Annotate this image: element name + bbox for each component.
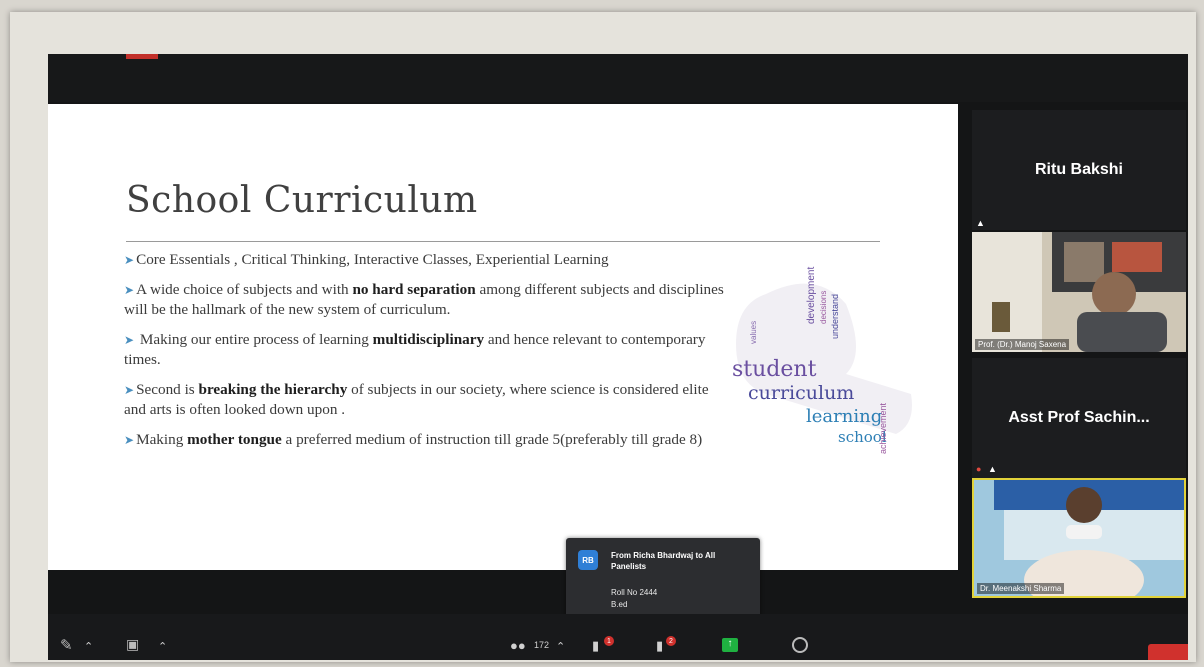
share-screen-icon[interactable]: ↑	[722, 638, 738, 652]
arrow-bullet-icon: ➤	[124, 283, 135, 297]
arrow-bullet-icon: ➤	[124, 333, 135, 347]
shared-slide: School Curriculum ➤ Core Essentials , Cri…	[48, 104, 958, 570]
chat-badge: 1	[604, 636, 614, 646]
meeting-toolbar: ✎ ⌃ ▣ ⌃ ●● 172 ⌃ ▮ 1 ▮ 2 ↑	[48, 614, 1188, 660]
wordcloud-word: curriculum	[748, 382, 854, 404]
participant-panel: Ritu Bakshi ▲ Prof. (Dr.) Manoj Saxena A…	[972, 110, 1188, 650]
avatar: RB	[578, 550, 598, 570]
slide-title: School Curriculum	[126, 180, 478, 221]
video-feed	[972, 232, 1186, 352]
bullet-item: ➤ Second is breaking the hierarchy of sub…	[124, 381, 709, 418]
wordcloud-word: understand	[830, 294, 840, 339]
recording-indicator	[126, 54, 158, 59]
meeting-screen: School Curriculum ➤ Core Essentials , Cri…	[48, 54, 1188, 660]
wordcloud-word: achievement	[878, 402, 888, 454]
qa-icon[interactable]: ▮	[656, 638, 663, 654]
participants-icon[interactable]: ●●	[510, 638, 526, 653]
chat-notification[interactable]: RB From Richa Bhardwaj to All Panelists …	[566, 538, 760, 626]
chevron-up-icon[interactable]: ⌃	[158, 640, 167, 653]
window-frame: School Curriculum ➤ Core Essentials , Cri…	[10, 12, 1196, 662]
wordcloud-word: decisions	[819, 291, 828, 324]
chat-icon[interactable]: ▮	[592, 638, 599, 654]
wordcloud-word: student	[732, 357, 817, 382]
bullet-item: ➤ Making our entire process of learning …	[124, 331, 706, 368]
wordcloud-word: values	[749, 321, 758, 344]
pin-icon: ▲	[988, 464, 997, 474]
arrow-bullet-icon: ➤	[124, 383, 135, 397]
video-feed	[974, 480, 1184, 596]
chevron-up-icon[interactable]: ⌃	[556, 640, 565, 653]
video-off-icon[interactable]: ▣	[126, 636, 139, 653]
wordcloud-word: learning	[806, 406, 882, 427]
title-divider	[126, 241, 880, 242]
chat-sender: From Richa Bhardwaj to All Panelists	[611, 551, 716, 571]
participant-name: Dr. Meenakshi Sharma	[977, 583, 1065, 594]
arrow-bullet-icon: ➤	[124, 433, 135, 447]
muted-mic-icon[interactable]: ✎	[60, 636, 73, 654]
qa-badge: 2	[666, 636, 676, 646]
participant-name: Prof. (Dr.) Manoj Saxena	[975, 339, 1070, 350]
bullet-item: ➤ Core Essentials , Critical Thinking, In…	[124, 251, 609, 268]
bullet-item: ➤ A wide choice of subjects and with no h…	[124, 281, 724, 318]
participant-tile[interactable]: Ritu Bakshi	[972, 110, 1186, 230]
participant-video-tile[interactable]: Prof. (Dr.) Manoj Saxena	[972, 232, 1186, 352]
bullet-item: ➤ Making mother tongue a preferred medium…	[124, 431, 703, 448]
chat-message-line: Roll No 2444	[611, 588, 658, 597]
bullet-list: ➤ Core Essentials , Critical Thinking, In…	[124, 250, 724, 460]
participant-name: Asst Prof Sachin...	[1008, 409, 1150, 426]
participant-name: Ritu Bakshi	[1034, 161, 1123, 178]
active-speaker-tile[interactable]: Dr. Meenakshi Sharma	[972, 478, 1186, 598]
pin-icon: ▲	[976, 218, 985, 228]
muted-mic-icon: ●	[976, 464, 982, 474]
chat-message-line: B.ed	[611, 600, 628, 609]
arrow-bullet-icon: ➤	[124, 253, 135, 267]
leave-button[interactable]	[1148, 644, 1188, 660]
top-bar	[48, 54, 1188, 102]
participant-tile[interactable]: Asst Prof Sachin...	[972, 358, 1186, 478]
participants-count: 172	[534, 640, 550, 650]
chevron-up-icon[interactable]: ⌃	[84, 640, 93, 653]
wordcloud-word: development	[806, 267, 817, 324]
record-icon[interactable]	[792, 637, 808, 653]
word-cloud-image: values development understand decisions …	[732, 267, 912, 454]
